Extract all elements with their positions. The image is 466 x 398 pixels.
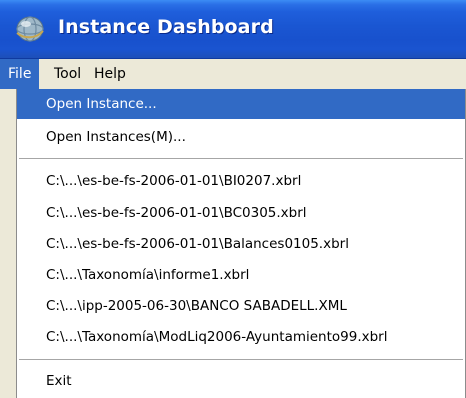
file-dropdown-menu: Open Instance... Open Instances(M)... C:…	[16, 89, 466, 398]
menu-tool[interactable]: Tool	[46, 59, 89, 89]
recent-file-item[interactable]: C:\...\Taxonomía\ModLiq2006-Ayuntamiento…	[17, 322, 465, 352]
recent-file-item[interactable]: C:\...\es-be-fs-2006-01-01\BC0305.xbrl	[17, 198, 465, 228]
menu-separator	[19, 158, 463, 159]
recent-file-item[interactable]: C:\...\Taxonomía\informe1.xbrl	[17, 260, 465, 290]
menu-separator	[19, 359, 463, 360]
menu-item-exit[interactable]: Exit	[17, 366, 465, 396]
menu-item-open-instances[interactable]: Open Instances(M)...	[17, 122, 465, 152]
background-window-edge	[0, 89, 17, 398]
recent-file-item[interactable]: C:\...\es-be-fs-2006-01-01\BI0207.xbrl	[17, 166, 465, 196]
menu-item-open-instance[interactable]: Open Instance...	[17, 89, 465, 119]
window-title: Instance Dashboard	[58, 16, 274, 38]
menu-help[interactable]: Help	[86, 59, 134, 89]
recent-file-item[interactable]: C:\...\ipp-2005-06-30\BANCO SABADELL.XML	[17, 291, 465, 321]
title-bar[interactable]: Instance Dashboard	[0, 0, 466, 59]
globe-app-icon	[16, 16, 44, 42]
menu-file[interactable]: File	[0, 59, 40, 89]
app-window: Instance Dashboard File Tool Help Open I…	[0, 0, 466, 398]
recent-file-item[interactable]: C:\...\es-be-fs-2006-01-01\Balances0105.…	[17, 229, 465, 259]
menu-bar: File Tool Help	[0, 59, 466, 90]
